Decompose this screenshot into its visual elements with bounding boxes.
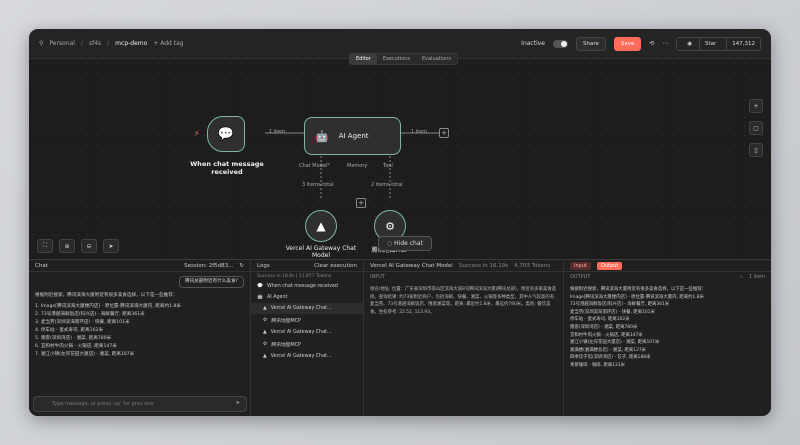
bot-list-item: 2. 73号港越海鲜饭店(科兴店) - 海鲜餐厅, 距离361米: [35, 312, 145, 317]
breadcrumb: ⚲ Personal / sf4s / mcp-demo + Add tag: [39, 40, 184, 47]
bot-list-item: 1. Image[腾讯滨海大厦楼内店] - 原位置-腾讯滨海大厦内, 距离约1.…: [35, 304, 181, 309]
log-entry[interactable]: 💬 When chat message received: [251, 281, 363, 292]
output-item: 宜和村牛肉火锅 - 火锅店, 距离147米: [570, 332, 643, 338]
active-label: Inactive: [521, 40, 545, 47]
github-star-button[interactable]: ◉ Star 147,312: [676, 36, 761, 51]
trigger-bolt-icon: ⚡: [194, 129, 200, 138]
trigger-node[interactable]: 💬: [207, 116, 245, 152]
github-count: 147,312: [726, 37, 760, 50]
vercel-triangle-icon: ▲: [263, 354, 267, 359]
input-panel: Vercel AI Gateway Chat Model Success in 1…: [364, 259, 564, 416]
bot-intro: 根据附近搜索，腾讯滨海大厦附近有很多美食选择，以下是一些推荐：: [35, 293, 178, 298]
chat-panel: Chat Session: 2f5d83... ↻ 腾讯总部附近有什么美食? 根据附…: [29, 259, 251, 416]
add-tag-button[interactable]: + Add tag: [153, 40, 183, 47]
input-text: 地名/地址: 位置：广东省深圳市南山区滨海大道8号腾讯滨海大厦(腾讯总部)，附近…: [370, 287, 557, 315]
chat-icon: ◌: [387, 240, 393, 247]
log-entry[interactable]: ▲ Vercel AI Gateway Chat...: [251, 303, 363, 314]
share-button[interactable]: Share: [575, 36, 606, 51]
active-toggle[interactable]: [552, 39, 568, 48]
app-window: ⚲ Personal / sf4s / mcp-demo + Add tag I…: [29, 29, 771, 416]
chat-bubble-icon: 💬: [257, 284, 263, 289]
hide-chat-button[interactable]: ◌ Hide chat: [378, 236, 432, 251]
fit-view-icon[interactable]: ⛶: [37, 239, 53, 253]
output-panel: Input Output OUTPUT ⌕ 1 item 根据附近搜索，腾讯滨海大厦附…: [564, 259, 771, 416]
workflow-canvas[interactable]: Editor Executions Evaluations ⚡ 💬 When c…: [29, 53, 771, 259]
right-rail: + ▢ ▯: [749, 99, 763, 157]
save-button[interactable]: Save: [613, 36, 642, 51]
robot-icon: 🤖: [315, 129, 329, 143]
chat-input[interactable]: Type message, or press 'up' for prev one…: [33, 396, 247, 412]
output-item: 73号港越海鲜饭店(科兴店) - 海鲜餐厅, 距离361米: [570, 302, 670, 308]
port-tool: Tool: [383, 163, 393, 169]
port-chat-model: Chat Model*: [299, 163, 330, 169]
view-tabs: Editor Executions Evaluations: [349, 53, 458, 65]
chat-bubble-icon: 💬: [217, 126, 235, 142]
vercel-triangle-icon: ▲: [263, 330, 267, 335]
input-badge[interactable]: Input: [570, 261, 591, 270]
robot-icon: 🤖: [257, 295, 263, 300]
search-icon[interactable]: ⌕: [740, 274, 743, 280]
zoom-controls: ⛶ ⊕ ⊖ ➤: [37, 239, 119, 253]
log-entry[interactable]: ▲ Vercel AI Gateway Chat...: [251, 351, 363, 362]
zoom-out-icon[interactable]: ⊖: [81, 239, 97, 253]
user-message: 腾讯总部附近有什么美食?: [179, 276, 244, 288]
bot-list-item: 6. 宜和村牛肉火锅 - 火锅店, 距离147米: [35, 344, 117, 349]
output-item: 湘江小镇(左岸花园大厦店) - 湘菜, 距离107米: [570, 340, 660, 346]
breadcrumb-folder[interactable]: sf4s: [89, 40, 101, 47]
cursor-icon[interactable]: ➤: [103, 239, 119, 253]
log-entry[interactable]: ⚙ 腾讯地图MCP: [251, 314, 363, 327]
bot-list-item: 4. 停车站 - 蛋式寿司, 距离162米: [35, 328, 104, 333]
chat-title: Chat: [35, 262, 48, 269]
output-item: 四季饺子馆(深圳湾店) - 饺子, 距离188米: [570, 355, 651, 361]
panel-icon[interactable]: ▯: [749, 143, 763, 157]
logs-panel: Logs Clear execution Success in 18.6s | 1…: [251, 259, 364, 416]
mcp-icon: ⚙: [263, 342, 268, 347]
person-icon: ⚲: [39, 40, 44, 47]
add-node-icon[interactable]: +: [749, 99, 763, 113]
document-icon[interactable]: ▢: [749, 121, 763, 135]
output-item: 麦当劳(深圳滨海南环店) - 快餐, 距离101米: [570, 309, 655, 315]
tab-editor[interactable]: Editor: [350, 54, 377, 64]
output-item: 青葱咖啡 - 咖啡, 距离121米: [570, 362, 626, 368]
output-item: 停车站 - 蛋式寿司, 距离162米: [570, 317, 630, 323]
clear-execution-button[interactable]: Clear execution: [314, 263, 357, 269]
mcp-icon: ⚙: [385, 219, 395, 233]
workflow-name[interactable]: mcp-demo: [115, 40, 147, 47]
model-label: Vercel AI Gateway Chat Model: [285, 245, 357, 259]
tab-executions[interactable]: Executions: [377, 54, 416, 64]
vercel-triangle-icon: ▲: [263, 306, 267, 311]
output-badge[interactable]: Output: [596, 261, 623, 270]
bot-list-item: 7. 湘江小镇(左岸花园大厦店) - 湘菜, 距离107米: [35, 352, 135, 357]
github-icon: ◉: [687, 40, 693, 47]
log-entry[interactable]: ▲ Vercel AI Gateway Chat...: [251, 327, 363, 338]
ai-agent-node[interactable]: 🤖 AI Agent: [304, 117, 401, 155]
history-icon[interactable]: ⟲: [649, 40, 654, 47]
add-memory-button[interactable]: +: [356, 198, 366, 208]
mcp-icon: ⚙: [263, 318, 268, 323]
log-entry[interactable]: 🤖 AI Agent: [251, 292, 363, 303]
add-node-button[interactable]: +: [439, 128, 449, 138]
more-icon[interactable]: ⋯: [662, 40, 668, 47]
port-memory: Memory: [347, 163, 368, 169]
output-item: Image[腾讯滨海大厦楼内店] - 原位置-腾讯滨海大厦内, 距离约1.8米: [570, 294, 704, 300]
bot-list-item: 3. 麦当劳(深圳滨海南环店) - 快餐, 距离101米: [35, 320, 130, 325]
output-item: 湘满楼(湘满楼总店) - 湘菜, 距离127米: [570, 347, 647, 353]
vercel-triangle-icon: ▲: [316, 219, 326, 233]
ai-agent-label: AI Agent: [338, 132, 369, 140]
breadcrumb-personal[interactable]: Personal: [49, 40, 75, 47]
trigger-label: When chat message received: [190, 160, 264, 176]
log-entry[interactable]: ⚙ 腾讯地图MCP: [251, 338, 363, 351]
zoom-in-icon[interactable]: ⊕: [59, 239, 75, 253]
send-icon[interactable]: ➤: [236, 400, 240, 406]
vercel-model-node[interactable]: ▲: [305, 210, 337, 242]
tab-evaluations[interactable]: Evaluations: [416, 54, 457, 64]
refresh-icon[interactable]: ↻: [239, 263, 244, 269]
output-item: 隆客(深圳湾店) - 湘菜, 距离780米: [570, 324, 638, 330]
session-id: Session: 2f5d83...: [184, 262, 234, 269]
bot-list-item: 5. 隆客(深圳湾店) - 湘菜, 距离780米: [35, 336, 112, 341]
